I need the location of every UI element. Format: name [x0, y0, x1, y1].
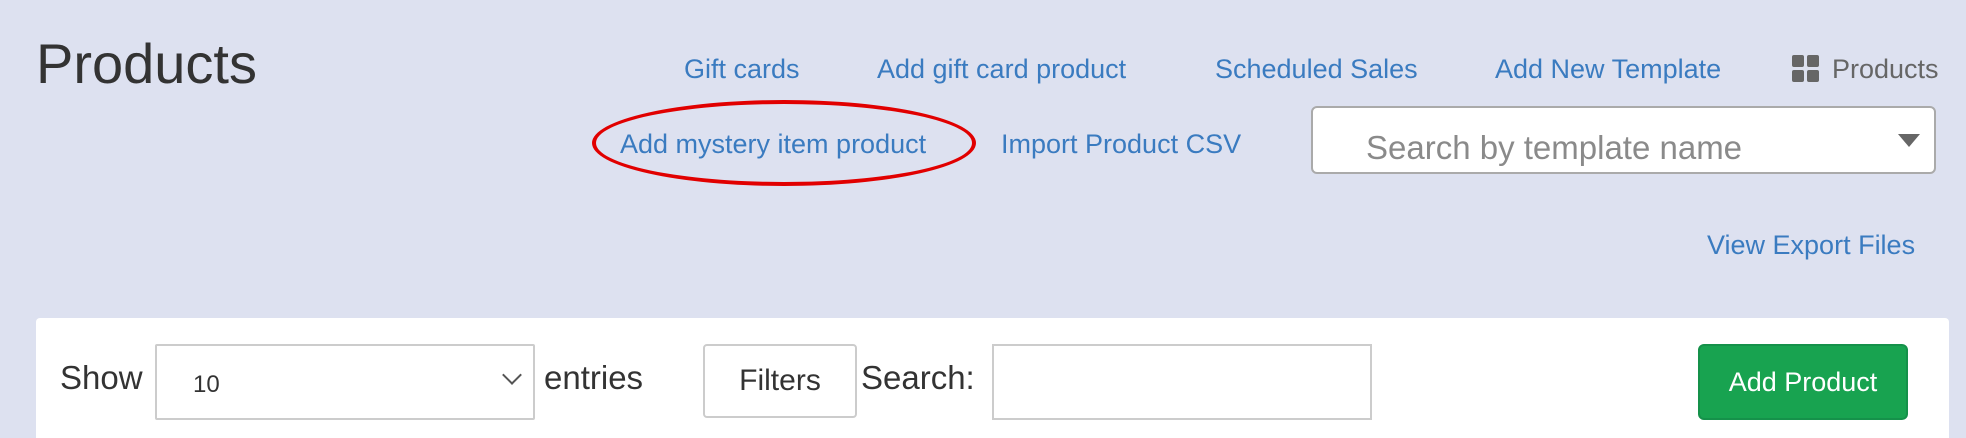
- add-gift-card-product-link[interactable]: Add gift card product: [877, 52, 1126, 86]
- highlight-ellipse: [592, 100, 976, 186]
- search-label: Search:: [861, 359, 975, 396]
- breadcrumb: Products: [1792, 52, 1939, 86]
- view-export-files-link[interactable]: View Export Files: [1707, 228, 1915, 262]
- chevron-down-icon: [502, 365, 522, 385]
- add-new-template-link[interactable]: Add New Template: [1495, 52, 1721, 86]
- entries-select[interactable]: 10: [155, 344, 535, 420]
- caret-down-icon: [1898, 134, 1920, 147]
- entries-select-value: 10: [193, 371, 220, 398]
- page-title: Products: [36, 32, 257, 95]
- breadcrumb-label: Products: [1832, 54, 1939, 84]
- show-label: Show: [60, 359, 143, 396]
- filters-button[interactable]: Filters: [703, 344, 857, 418]
- gift-cards-link[interactable]: Gift cards: [684, 52, 800, 86]
- scheduled-sales-link[interactable]: Scheduled Sales: [1215, 52, 1418, 86]
- template-search-placeholder: Search by template name: [1366, 129, 1743, 166]
- search-input[interactable]: [992, 344, 1372, 420]
- add-product-button[interactable]: Add Product: [1698, 344, 1908, 420]
- grid-icon: [1792, 55, 1820, 83]
- import-product-csv-link[interactable]: Import Product CSV: [1001, 127, 1241, 161]
- template-search-select[interactable]: Search by template name: [1311, 106, 1936, 174]
- entries-label: entries: [544, 359, 644, 396]
